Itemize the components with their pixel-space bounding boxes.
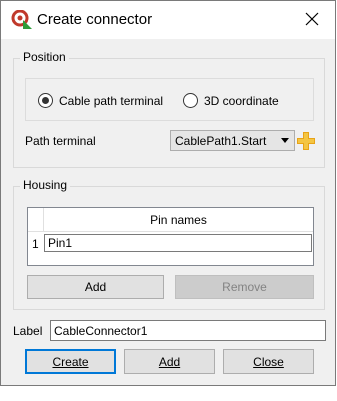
housing-remove-label: Remove [222,280,267,294]
title-bar[interactable]: Create connector [1,1,335,39]
path-terminal-label: Path terminal [25,134,96,148]
create-button[interactable]: Create [25,349,116,374]
table-row[interactable]: 1 Pin1 [28,233,313,253]
chevron-down-icon [281,138,289,143]
create-label: Create [52,354,89,369]
close-icon [305,12,319,29]
radio-box: Cable path terminal 3D coordinate [25,78,314,121]
dialog-window: Create connector Position Cable path ter… [0,0,336,386]
row-pin-name-value: Pin1 [48,236,73,250]
footer-add-label: Add [158,354,181,369]
radio-cable-path-terminal[interactable]: Cable path terminal [38,93,163,108]
footer-add-button[interactable]: Add [124,349,215,374]
path-terminal-select[interactable]: CablePath1.Start [170,130,295,151]
position-group-title: Position [20,50,69,64]
label-input-value: CableConnector1 [54,323,148,338]
radio-3d-coordinate[interactable]: 3D coordinate [183,93,279,108]
radio-unchecked-indicator [183,93,198,108]
window-title: Create connector [37,11,153,28]
add-terminal-plus-icon[interactable] [297,132,315,150]
close-label: Close [253,354,284,369]
radio-3d-coordinate-label: 3D coordinate [204,93,279,108]
housing-group-title: Housing [20,178,71,192]
table-header-pin-names[interactable]: Pin names [44,208,313,232]
close-window-button[interactable] [289,1,335,39]
close-button[interactable]: Close [223,349,314,374]
housing-remove-button[interactable]: Remove [175,275,314,299]
housing-add-label: Add [84,280,107,294]
app-logo-icon [11,9,33,30]
table-header-corner [28,208,44,232]
row-pin-name-cell[interactable]: Pin1 [44,234,312,252]
table-header-label: Pin names [150,212,207,227]
radio-cable-path-terminal-label: Cable path terminal [59,93,164,108]
pin-names-table[interactable]: Pin names 1 Pin1 [27,207,314,266]
label-input[interactable]: CableConnector1 [50,320,326,341]
housing-group: Housing Pin names 1 Pin1 Add Remove [13,178,325,310]
row-index: 1 [32,237,39,251]
radio-checked-indicator [38,93,53,108]
housing-add-button[interactable]: Add [27,275,164,299]
path-terminal-value: CablePath1.Start [175,133,267,148]
label-field-label: Label [13,324,43,338]
position-group: Position Cable path terminal 3D coordina… [13,50,325,168]
